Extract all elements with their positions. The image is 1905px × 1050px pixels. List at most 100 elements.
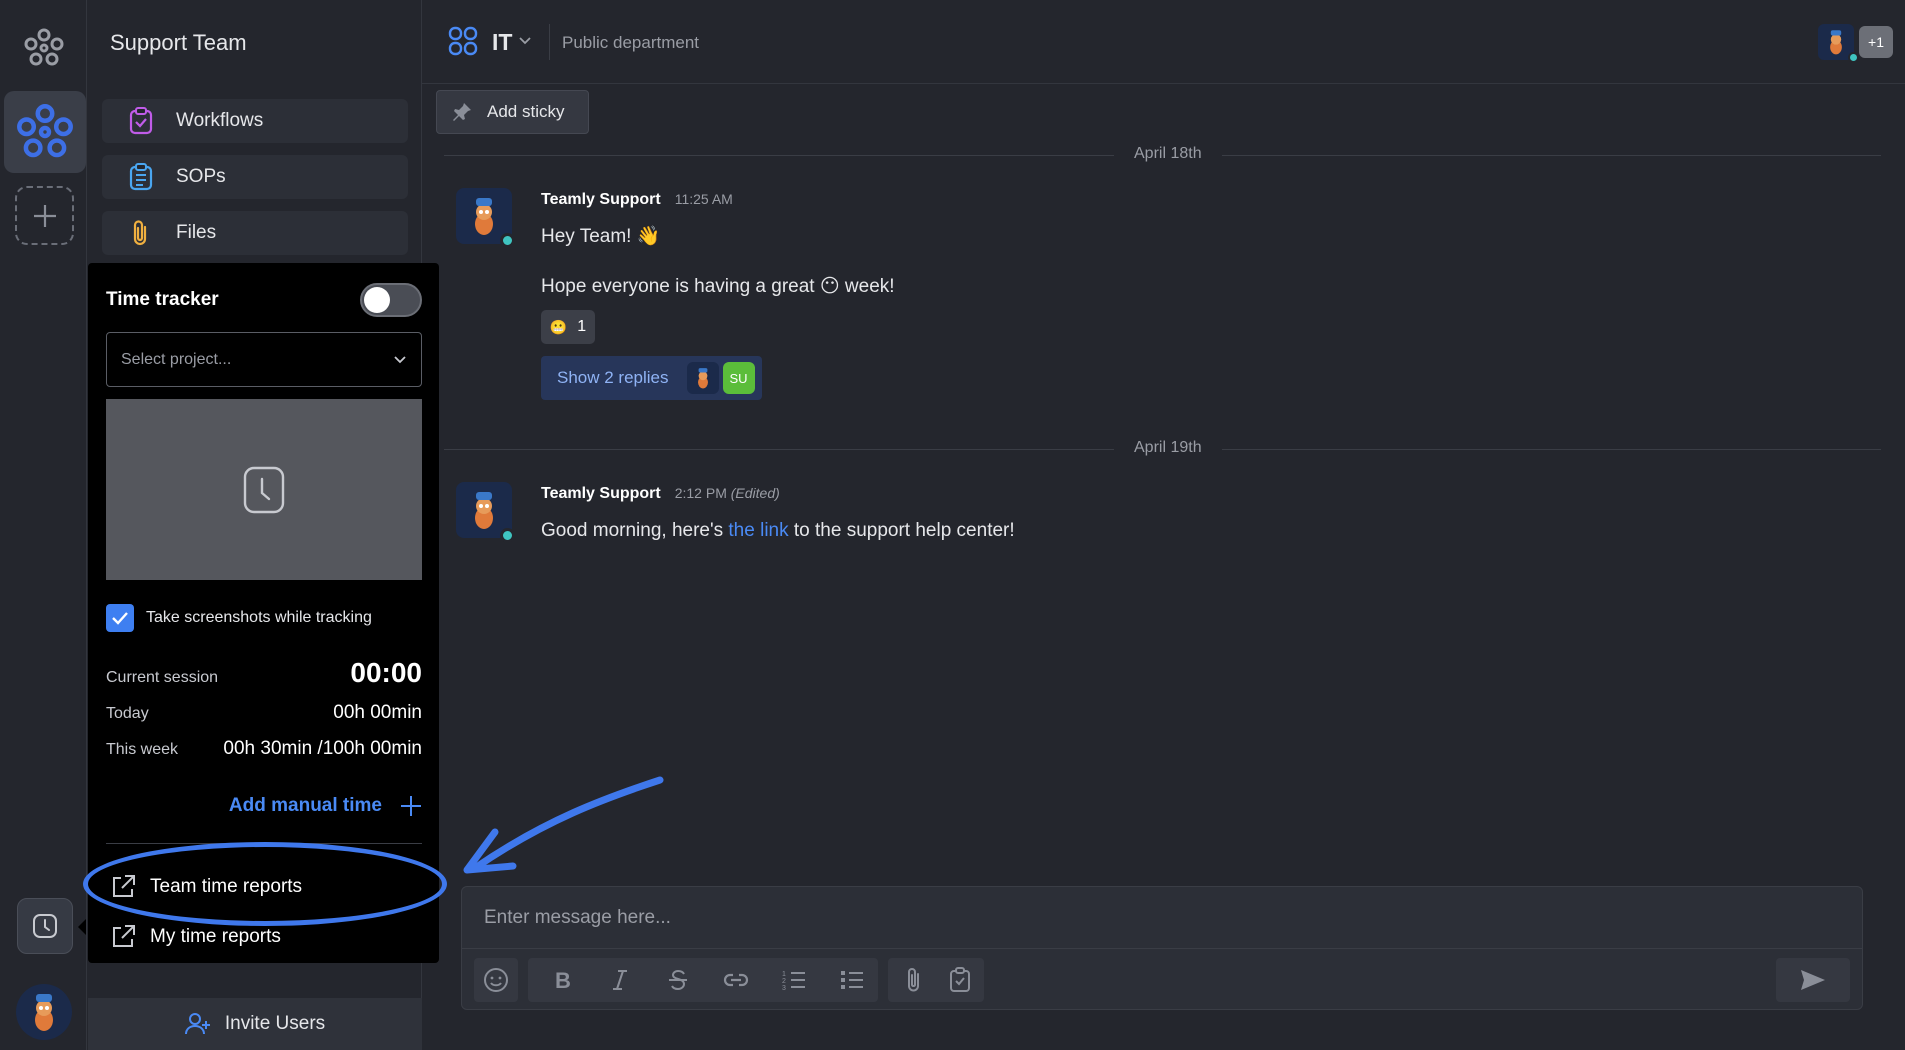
workspace-rail	[0, 0, 87, 1050]
message-author[interactable]: Teamly Support	[541, 191, 661, 209]
plus-icon	[401, 796, 421, 816]
time-tracker-button[interactable]	[17, 898, 86, 954]
online-status-dot	[500, 233, 515, 248]
sidebar-item-sops[interactable]: SOPs	[102, 155, 408, 199]
date-label: April 18th	[1114, 145, 1222, 163]
screenshot-checkbox-label: Take screenshots while tracking	[146, 609, 372, 626]
screenshot-checkbox[interactable]	[106, 604, 134, 632]
screenshot-preview	[106, 399, 422, 580]
highlight-ellipse	[83, 842, 447, 926]
week-row: This week 00h 30min /100h 00min	[106, 738, 422, 760]
link-icon	[723, 973, 749, 987]
show-replies-button[interactable]: Show 2 replies SU	[541, 356, 762, 400]
message-text: Hope everyone is having a great 😶 week!	[541, 276, 895, 297]
message-composer: B 1 2 3	[461, 886, 1863, 1010]
today-row: Today 00h 00min	[106, 702, 422, 724]
team-name: Support Team	[110, 30, 247, 55]
italic-button[interactable]	[598, 958, 642, 1002]
current-session-label: Current session	[106, 669, 219, 686]
add-workspace-button[interactable]	[15, 186, 74, 245]
message-author[interactable]: Teamly Support	[541, 485, 661, 503]
workspace-support-team[interactable]	[4, 91, 86, 173]
today-label: Today	[106, 705, 149, 722]
reply-avatar	[686, 362, 719, 394]
bullet-list-button[interactable]	[830, 958, 874, 1002]
channel-grid-icon	[448, 26, 478, 56]
app-logo-icon[interactable]	[22, 26, 66, 70]
week-value: 00h 30min /100h 00min	[223, 738, 422, 759]
add-sticky-button[interactable]: Add sticky	[436, 90, 589, 134]
message-time-group: 2:12 PM (Edited)	[675, 485, 780, 501]
user-avatar[interactable]	[16, 984, 72, 1040]
mascot-avatar-icon	[697, 368, 708, 389]
message-input[interactable]	[462, 887, 1862, 949]
attach-task-button[interactable]	[938, 958, 982, 1002]
reaction-emoji: 😬	[549, 318, 568, 335]
workspace-logo-icon	[17, 104, 73, 158]
project-select[interactable]: Select project...	[106, 332, 422, 387]
italic-icon	[613, 970, 627, 990]
bold-button[interactable]: B	[540, 958, 584, 1002]
list-clipboard-icon	[129, 163, 153, 191]
invite-users-button[interactable]: Invite Users	[88, 998, 422, 1050]
online-status-dot	[500, 528, 515, 543]
sidebar-item-label: SOPs	[176, 166, 226, 187]
mascot-avatar-icon	[1830, 30, 1842, 55]
add-user-icon	[184, 1013, 210, 1035]
link-button[interactable]	[714, 958, 758, 1002]
mascot-avatar-icon	[475, 492, 493, 529]
pin-icon	[453, 103, 471, 121]
time-tracker-toggle[interactable]	[360, 283, 422, 317]
current-session-row: Current session 00:00	[106, 657, 422, 689]
sidebar-item-label: Files	[176, 222, 217, 243]
message-header: Teamly Support 2:12 PM (Edited)	[541, 485, 780, 503]
reaction-chip[interactable]: 😬 1	[541, 310, 595, 344]
svg-text:3: 3	[782, 985, 786, 991]
header-divider	[549, 24, 550, 60]
svg-text:1: 1	[782, 971, 786, 978]
channel-name[interactable]: IT	[492, 29, 512, 56]
numbered-list-icon: 1 2 3	[782, 971, 805, 991]
attach-file-button[interactable]	[892, 958, 936, 1002]
bold-icon: B	[555, 969, 571, 991]
send-button[interactable]	[1776, 958, 1850, 1002]
online-status-dot	[1848, 52, 1859, 63]
sidebar-item-label: Workflows	[176, 110, 264, 131]
strikethrough-button[interactable]	[656, 958, 700, 1002]
reaction-count: 1	[577, 318, 587, 335]
numbered-list-button[interactable]: 1 2 3	[772, 958, 816, 1002]
checkmark-icon	[112, 612, 128, 625]
message-text: Good morning, here's the link to the sup…	[541, 520, 1015, 542]
toggle-knob	[364, 287, 390, 313]
strikethrough-icon	[669, 969, 687, 991]
bullet-list-icon	[841, 971, 863, 989]
sidebar-item-workflows[interactable]: Workflows	[102, 99, 408, 143]
clipboard-check-icon	[950, 967, 970, 992]
annotation-arrow-icon	[463, 776, 664, 874]
date-separator: April 19th	[444, 439, 1881, 459]
emoji-button[interactable]	[474, 958, 518, 1002]
mascot-avatar-icon	[35, 994, 53, 1031]
extra-members-badge[interactable]: +1	[1859, 26, 1893, 58]
reply-avatar-initials: SU	[722, 362, 755, 394]
screenshot-option: Take screenshots while tracking	[106, 604, 372, 632]
today-value: 00h 00min	[333, 702, 422, 723]
my-time-reports-label: My time reports	[150, 926, 281, 947]
sidebar-item-files[interactable]: Files	[102, 211, 408, 255]
channel-description: Public department	[562, 33, 700, 52]
message-text-part: Good morning, here's	[541, 520, 729, 541]
chevron-down-icon[interactable]	[518, 33, 532, 47]
chevron-down-icon	[394, 355, 406, 363]
week-label: This week	[106, 741, 179, 758]
message-text-part: to the support help center!	[788, 520, 1015, 541]
svg-text:2: 2	[782, 978, 786, 985]
checklist-clipboard-icon	[129, 107, 153, 135]
send-icon	[1801, 970, 1825, 990]
clock-icon	[33, 914, 57, 938]
help-center-link[interactable]: the link	[728, 520, 788, 541]
my-time-reports-link[interactable]: My time reports	[110, 924, 281, 950]
add-manual-time-button[interactable]: Add manual time	[229, 795, 422, 817]
date-label: April 19th	[1114, 439, 1222, 457]
project-select-placeholder: Select project...	[121, 350, 232, 368]
paperclip-icon	[908, 968, 919, 992]
